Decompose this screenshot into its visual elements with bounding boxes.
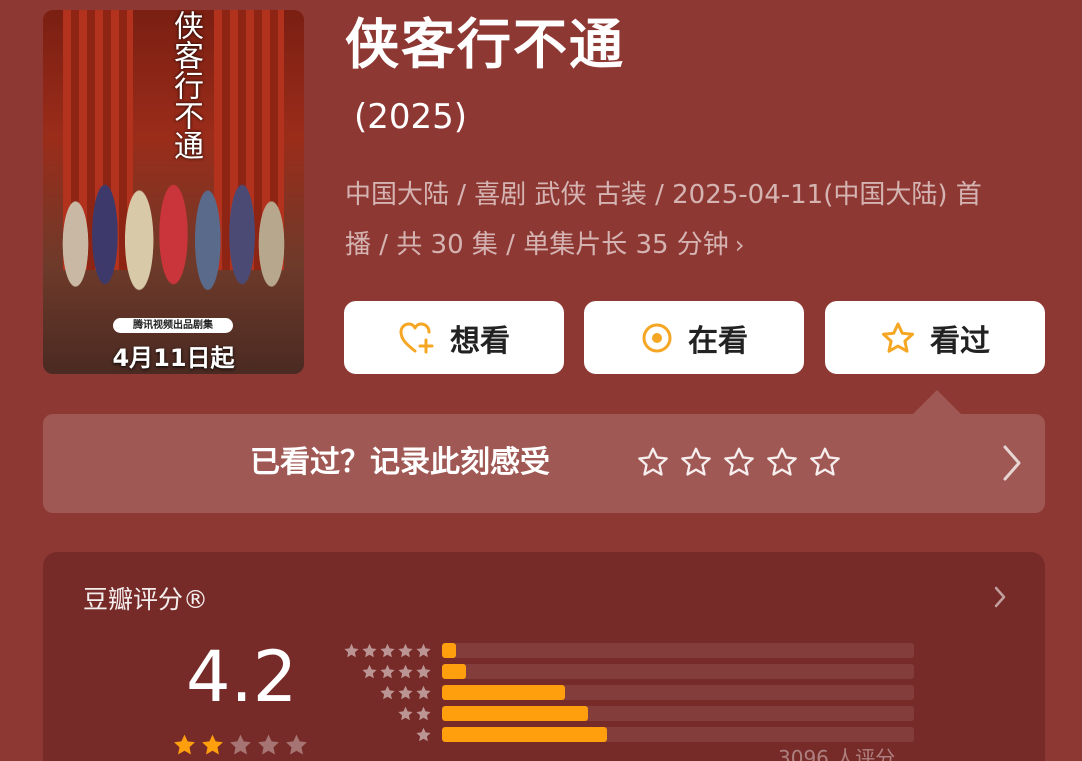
- star-icon: [258, 734, 279, 755]
- distribution-bar: [442, 727, 914, 742]
- douban-rating-card[interactable]: 豆瓣评分® 4.2 3096 人评分: [43, 552, 1045, 761]
- rate-star-3-icon[interactable]: [722, 445, 756, 479]
- star-icon: [398, 685, 413, 700]
- distribution-bar: [442, 706, 914, 721]
- star-icon: [380, 643, 395, 658]
- record-feeling-panel[interactable]: 已看过？记录此刻感受: [43, 414, 1045, 513]
- rating-distribution: [338, 640, 914, 745]
- poster-title: 侠客行不通: [168, 10, 203, 160]
- star-icon: [416, 664, 431, 679]
- star-icon: [286, 734, 307, 755]
- star-icon: [230, 734, 251, 755]
- rating-count: 3096 人评分: [778, 746, 896, 761]
- star-icon: [416, 643, 431, 658]
- meta-line-2-text: 播 / 共 30 集 / 单集片长 35 分钟: [345, 230, 729, 260]
- rating-label: 豆瓣评分®: [83, 585, 209, 614]
- distribution-bar-fill: [442, 685, 565, 700]
- chevron-right-icon[interactable]: [1001, 444, 1023, 482]
- distribution-row-5: [338, 640, 914, 661]
- callout-pointer: [913, 390, 961, 414]
- watched-button[interactable]: 看过: [825, 301, 1045, 374]
- chevron-right-icon: ›: [734, 231, 745, 259]
- release-year: (2025): [354, 97, 468, 137]
- poster-premiere-date: 4月11日起: [112, 344, 235, 372]
- distribution-bar-fill: [442, 727, 608, 742]
- star-icon: [416, 727, 431, 742]
- star-icon: [362, 664, 377, 679]
- watching-button[interactable]: 在看: [584, 301, 804, 374]
- poster-badge: 腾讯视频出品剧集: [113, 318, 233, 333]
- distribution-bar: [442, 664, 914, 679]
- rate-star-1-icon[interactable]: [636, 445, 670, 479]
- watching-label: 在看: [688, 323, 748, 359]
- distribution-stars: [338, 663, 432, 680]
- distribution-stars: [338, 726, 432, 743]
- star-icon: [344, 643, 359, 658]
- star-icon: [380, 664, 395, 679]
- star-icon: [416, 706, 431, 721]
- rating-score: 4.2: [186, 636, 298, 718]
- distribution-row-3: [338, 682, 914, 703]
- heart-plus-icon: [399, 322, 434, 353]
- distribution-row-2: [338, 703, 914, 724]
- meta-line-2: 播 / 共 30 集 / 单集片长 35 分钟 ›: [345, 220, 1045, 270]
- rate-stars[interactable]: [636, 445, 842, 479]
- page-title: 侠客行不通: [345, 13, 625, 76]
- star-icon: [380, 685, 395, 700]
- distribution-row-4: [338, 661, 914, 682]
- star-icon: [174, 734, 195, 755]
- star-icon: [398, 706, 413, 721]
- star-icon: [416, 685, 431, 700]
- rating-stars: [172, 732, 309, 757]
- rate-star-2-icon[interactable]: [679, 445, 713, 479]
- distribution-bar-fill: [442, 664, 466, 679]
- meta-info[interactable]: 中国大陆 / 喜剧 武侠 古装 / 2025-04-11(中国大陆) 首 播 /…: [345, 170, 1045, 270]
- want-to-watch-button[interactable]: 想看: [344, 301, 564, 374]
- chevron-right-icon[interactable]: [993, 585, 1007, 609]
- distribution-stars: [338, 705, 432, 722]
- meta-line-1: 中国大陆 / 喜剧 武侠 古装 / 2025-04-11(中国大陆) 首: [345, 180, 982, 210]
- rate-star-4-icon[interactable]: [765, 445, 799, 479]
- distribution-stars: [338, 684, 432, 701]
- want-to-watch-label: 想看: [450, 323, 510, 359]
- star-icon: [202, 734, 223, 755]
- distribution-bar: [442, 685, 914, 700]
- distribution-bar-fill: [442, 643, 457, 658]
- star-icon: [362, 643, 377, 658]
- record-prompt: 已看过？记录此刻感受: [250, 445, 550, 480]
- distribution-bar-fill: [442, 706, 589, 721]
- poster[interactable]: 侠客行不通 腾讯视频出品剧集 4月11日起: [43, 10, 304, 374]
- star-icon: [398, 643, 413, 658]
- distribution-stars: [338, 642, 432, 659]
- target-icon: [642, 323, 672, 352]
- distribution-bar: [442, 643, 914, 658]
- star-icon: [398, 664, 413, 679]
- star-outline-icon: [882, 322, 914, 353]
- rate-star-5-icon[interactable]: [808, 445, 842, 479]
- watched-label: 看过: [930, 323, 990, 359]
